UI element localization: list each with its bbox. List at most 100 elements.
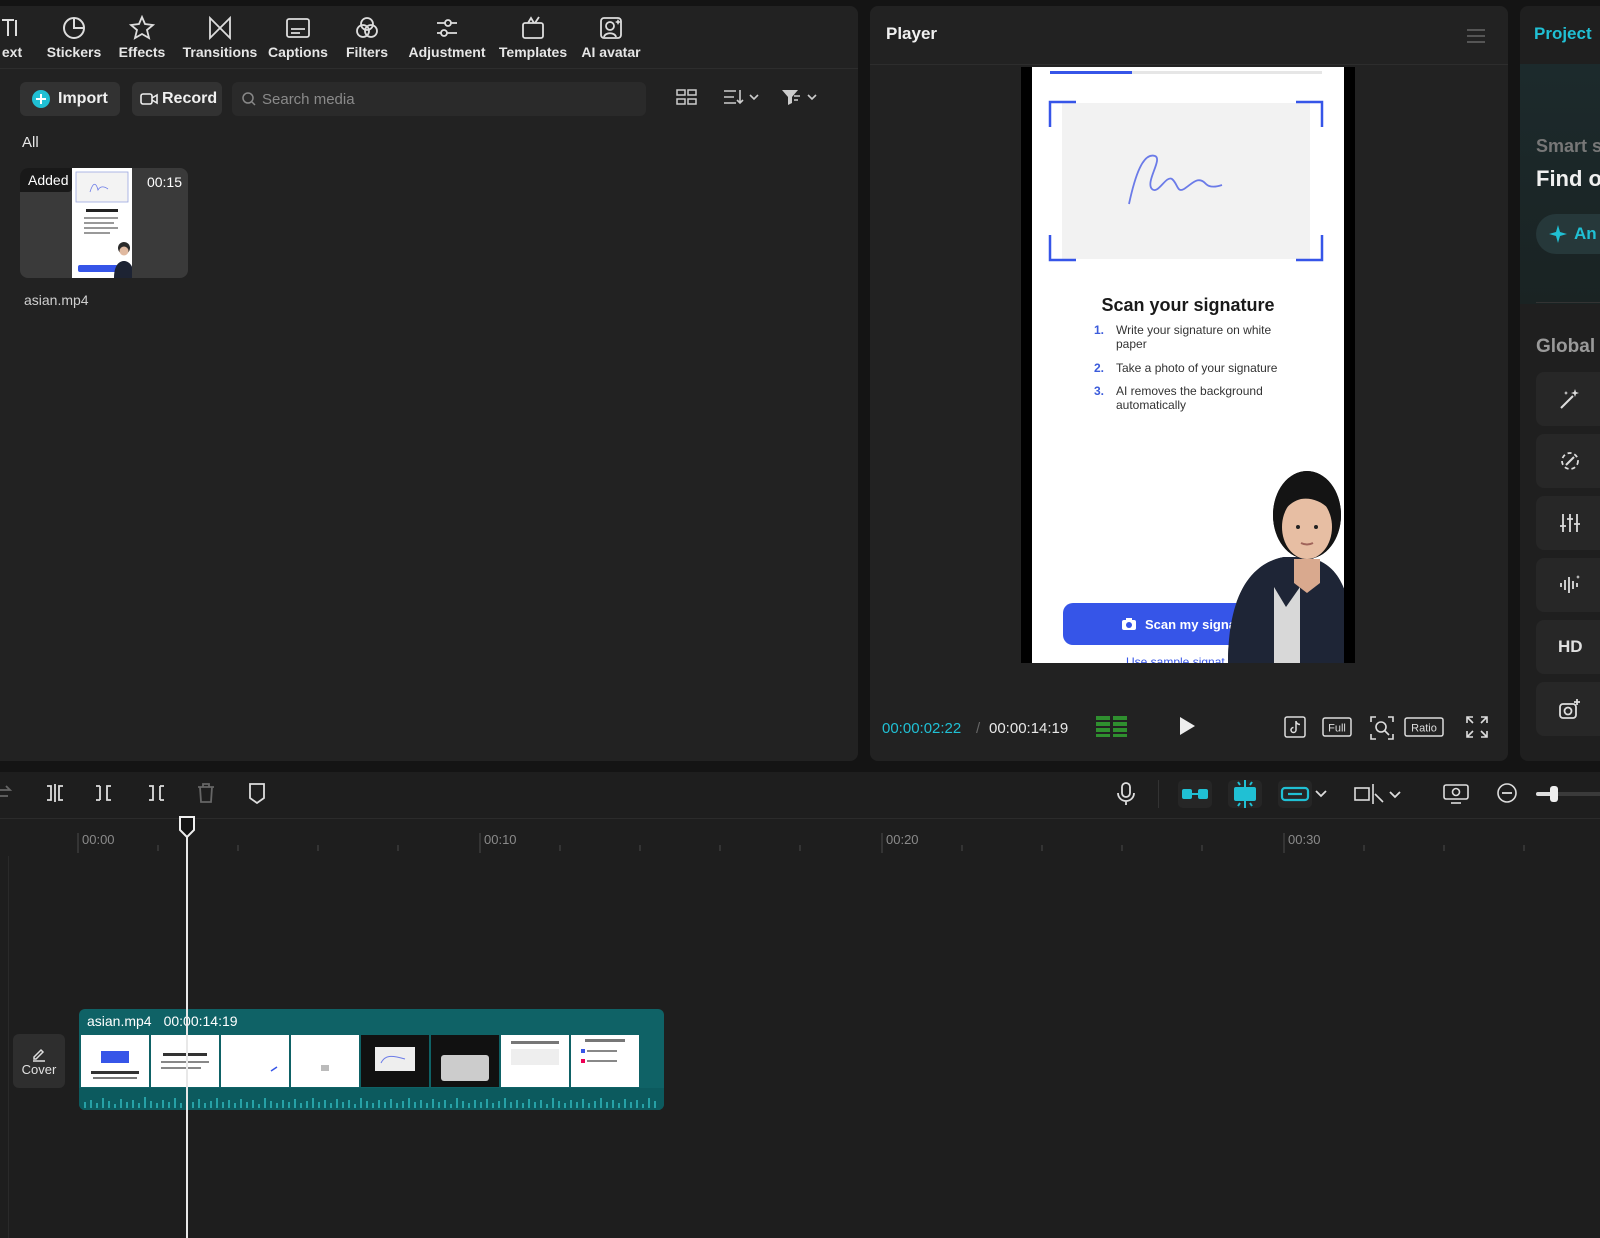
- menu-icon[interactable]: [1466, 28, 1486, 44]
- media-duration: 00:15: [146, 174, 182, 190]
- filter-button[interactable]: [780, 88, 818, 106]
- divider: [870, 64, 1508, 65]
- redo-icon[interactable]: [0, 782, 14, 804]
- link-clips-icon[interactable]: [1278, 780, 1330, 808]
- timeline-panel: 00:00 00:10 00:20 00:30: [0, 772, 1600, 1238]
- auto-snap-icon[interactable]: [1228, 778, 1262, 810]
- marker-icon[interactable]: [246, 782, 268, 804]
- ratio-button[interactable]: Ratio: [1404, 716, 1444, 738]
- tiktok-icon: [1284, 716, 1306, 738]
- time-separator: /: [976, 720, 981, 737]
- search-input[interactable]: Search media: [232, 82, 646, 116]
- current-time: 00:00:02:22: [882, 720, 962, 737]
- global-item-audio[interactable]: [1536, 558, 1600, 612]
- global-item-magic[interactable]: [1536, 372, 1600, 426]
- media-thumbnail: [72, 168, 132, 278]
- tab-captions[interactable]: Captions: [266, 14, 330, 66]
- hd-icon: HD: [1558, 637, 1583, 656]
- tab-adjustment[interactable]: Adjustment: [406, 14, 488, 66]
- tab-templates[interactable]: Templates: [496, 14, 570, 66]
- audio-waveform: [79, 1088, 664, 1110]
- properties-panel: Project Smart s Find o An Global HD: [1520, 6, 1600, 761]
- toolbar-tabs: ext Stickers Effects Transitions Caption…: [0, 6, 858, 66]
- preview-step: 3. AI removes the background automatical…: [1094, 384, 1263, 412]
- clip-frame: [571, 1035, 639, 1087]
- clip-frames: [81, 1035, 639, 1087]
- divider: [0, 68, 858, 69]
- grid-view-button[interactable]: [676, 88, 698, 106]
- media-filename: asian.mp4: [24, 292, 89, 308]
- video-clip[interactable]: asian.mp4 00:00:14:19: [79, 1009, 664, 1110]
- clip-frame: [221, 1035, 289, 1087]
- media-panel: ext Stickers Effects Transitions Caption…: [0, 6, 858, 761]
- global-item-enhance[interactable]: [1536, 434, 1600, 488]
- audio-wave-icon: [1558, 573, 1582, 597]
- audio-meter-icon: [1096, 714, 1128, 738]
- thumbnail-toggle-icon[interactable]: [1443, 782, 1469, 804]
- record-button[interactable]: Record: [132, 82, 222, 116]
- smart-label: Smart s: [1536, 136, 1600, 156]
- split-icon[interactable]: [44, 782, 66, 804]
- filters-icon: [354, 14, 380, 42]
- divider: [1536, 302, 1600, 303]
- zoom-fit-icon: [1370, 716, 1394, 740]
- effects-icon: [129, 14, 155, 42]
- grid-view-icon: [676, 89, 697, 105]
- player-title: Player: [886, 24, 938, 43]
- ruler-label: 00:30: [1288, 832, 1321, 847]
- tab-stickers[interactable]: Stickers: [44, 14, 104, 66]
- tab-filters[interactable]: Filters: [342, 14, 392, 66]
- track-divider: [8, 856, 9, 1238]
- tab-text[interactable]: ext: [0, 14, 32, 66]
- magic-wand-icon: [1558, 387, 1582, 411]
- ai-avatar-icon: [598, 14, 624, 42]
- play-button[interactable]: [1178, 716, 1196, 736]
- preview-sample-link: Use sample signat: [1126, 655, 1225, 663]
- fullscreen-icon: [1466, 716, 1488, 738]
- ratio-label: Ratio: [1411, 723, 1437, 735]
- added-badge: Added: [20, 168, 73, 192]
- preview-title: Scan your signature: [1101, 295, 1275, 315]
- zoom-out-icon[interactable]: [1496, 782, 1518, 804]
- global-item-camera[interactable]: [1536, 682, 1600, 736]
- camera-plus-icon: [1558, 697, 1582, 721]
- clip-header: asian.mp4 00:00:14:19: [79, 1009, 664, 1033]
- divider: [1158, 780, 1159, 808]
- tab-transitions[interactable]: Transitions: [180, 14, 260, 66]
- video-preview[interactable]: Scan your signature 1. Write your signat…: [1021, 67, 1355, 663]
- adjustment-icon: [434, 14, 460, 42]
- fullscreen-button[interactable]: [1466, 716, 1488, 738]
- camera-icon: [1121, 617, 1137, 631]
- tab-ai-avatar[interactable]: AI avatar: [578, 14, 644, 66]
- delete-icon[interactable]: [195, 782, 217, 804]
- search-icon: [242, 92, 256, 106]
- preview-step: 2. Take a photo of your signature: [1094, 361, 1278, 375]
- zoom-slider[interactable]: [1536, 786, 1600, 802]
- clip-frame: [81, 1035, 149, 1087]
- clip-duration: 00:00:14:19: [163, 1013, 238, 1029]
- main-track-magnet-icon[interactable]: [1178, 780, 1212, 808]
- split-right-icon[interactable]: [144, 782, 166, 804]
- cover-button[interactable]: Cover: [13, 1034, 65, 1088]
- preview-axis-icon[interactable]: [1354, 782, 1402, 806]
- sort-icon: [724, 90, 759, 105]
- zoom-fit-button[interactable]: [1370, 716, 1394, 740]
- tiktok-button[interactable]: [1284, 716, 1306, 738]
- tab-effects[interactable]: Effects: [114, 14, 170, 66]
- tab-project[interactable]: Project: [1534, 24, 1592, 44]
- ai-analyze-button[interactable]: An: [1536, 214, 1600, 254]
- templates-icon: [520, 14, 546, 42]
- global-item-hd[interactable]: HD: [1536, 620, 1600, 674]
- filter-all-label[interactable]: All: [22, 134, 39, 151]
- microphone-icon[interactable]: [1115, 782, 1137, 806]
- sort-button[interactable]: [722, 88, 760, 106]
- plus-icon: [32, 90, 50, 108]
- stickers-icon: [61, 14, 87, 42]
- enhance-icon: [1558, 449, 1582, 473]
- media-item[interactable]: Added 00:15: [20, 168, 188, 278]
- split-left-icon[interactable]: [94, 782, 116, 804]
- import-button[interactable]: Import: [20, 82, 120, 116]
- full-quality-button[interactable]: Full: [1322, 716, 1352, 738]
- playhead-handle[interactable]: [179, 816, 195, 838]
- global-item-adjust[interactable]: [1536, 496, 1600, 550]
